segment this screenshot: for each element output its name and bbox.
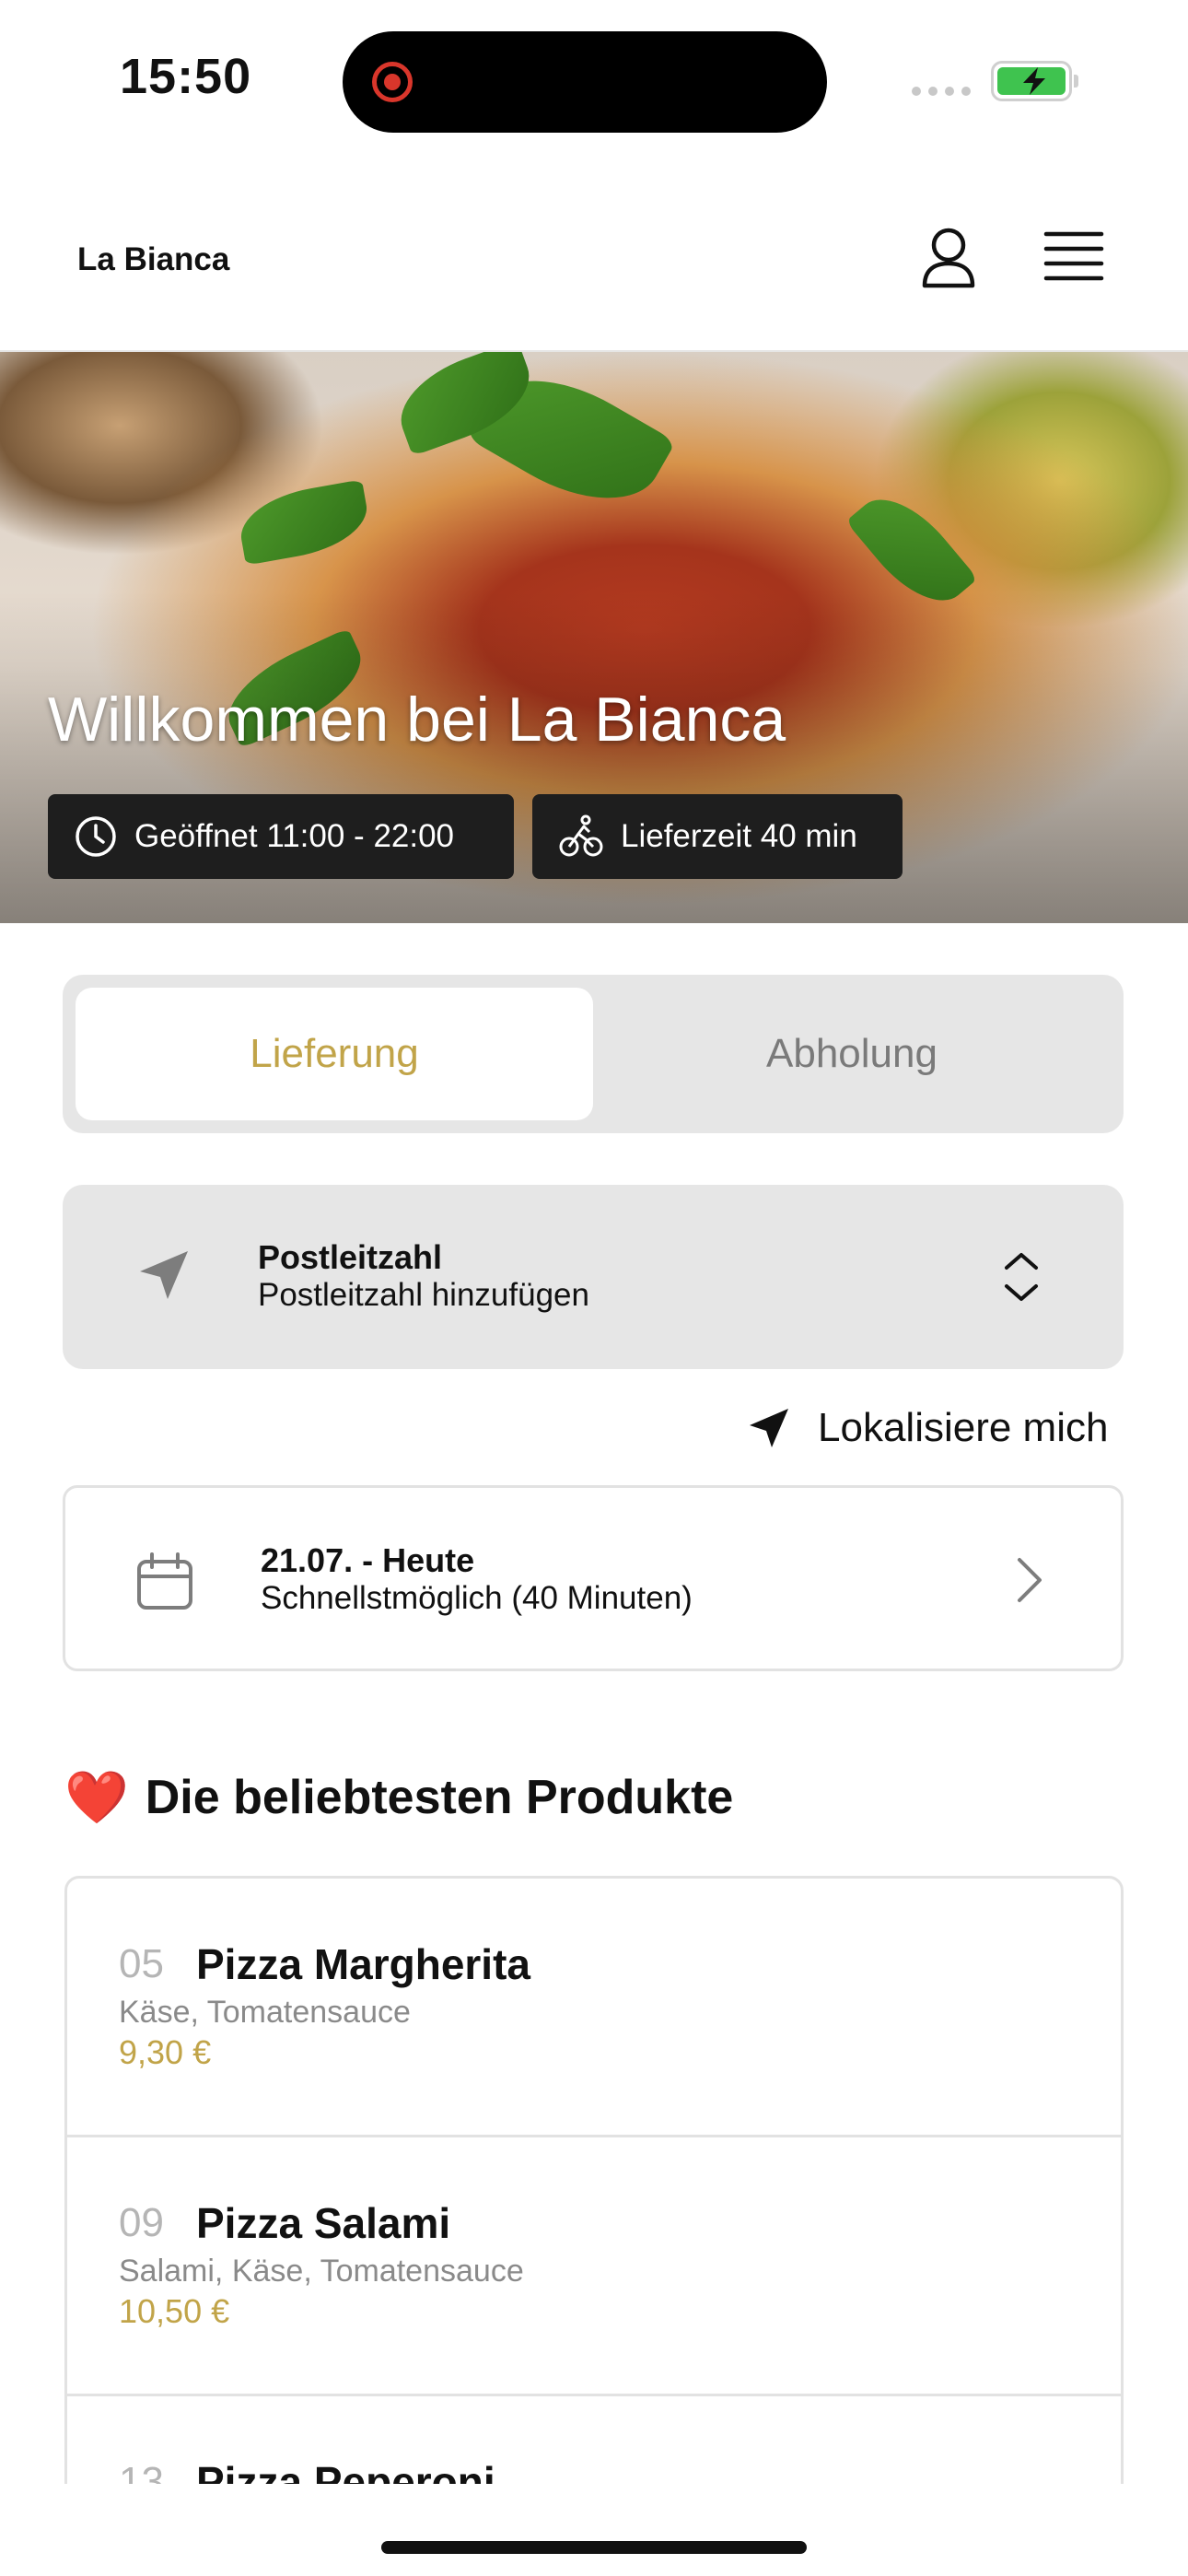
product-name: Pizza Peperoni xyxy=(196,2458,495,2484)
calendar-icon xyxy=(137,1552,192,1610)
product-name: Pizza Salami xyxy=(196,2199,451,2247)
postal-code-value: Postleitzahl hinzufügen xyxy=(258,1277,589,1313)
product-item[interactable]: 05 Pizza Margherita Käse, Tomatensauce 9… xyxy=(67,1879,1121,2137)
bicycle-icon xyxy=(559,814,603,857)
opening-hours-badge: Geöffnet 11:00 - 22:00 xyxy=(48,794,514,879)
menu-button[interactable] xyxy=(1041,225,1107,291)
product-description: Salami, Käse, Tomatensauce xyxy=(119,2254,524,2289)
navigation-arrow-icon xyxy=(140,1251,188,1299)
order-mode-toggle: Lieferung Abholung xyxy=(63,975,1124,1133)
postal-code-selector[interactable]: Postleitzahl Postleitzahl hinzufügen xyxy=(63,1185,1124,1369)
product-number: 09 xyxy=(119,2200,164,2245)
delivery-date-selector[interactable]: 21.07. - Heute Schnellstmöglich (40 Minu… xyxy=(63,1485,1124,1671)
recording-indicator-icon xyxy=(372,62,413,102)
product-price: 9,30 € xyxy=(119,2033,212,2071)
product-number: 05 xyxy=(119,1941,164,1986)
user-icon xyxy=(922,228,975,288)
brand-name[interactable]: La Bianca xyxy=(77,241,229,278)
delivery-date: 21.07. - Heute xyxy=(261,1541,475,1579)
home-indicator[interactable] xyxy=(381,2541,807,2554)
menu-icon xyxy=(1043,231,1104,281)
product-description: Käse, Tomatensauce xyxy=(119,1995,411,2030)
app-header: La Bianca xyxy=(0,157,1188,352)
clock-icon xyxy=(76,816,116,857)
status-bar: 15:50 xyxy=(0,0,1188,157)
popular-products-heading: ❤️ Die beliebtesten Produkte xyxy=(64,1767,733,1828)
location-arrow-icon xyxy=(750,1409,788,1447)
hero-title: Willkommen bei La Bianca xyxy=(48,685,786,755)
hero-banner: Willkommen bei La Bianca Geöffnet 11:00 … xyxy=(0,352,1188,923)
product-item[interactable]: 13 Pizza Peperoni xyxy=(67,2396,1121,2484)
product-list: 05 Pizza Margherita Käse, Tomatensauce 9… xyxy=(64,1876,1124,2484)
popular-products-title: Die beliebtesten Produkte xyxy=(145,1771,734,1824)
status-time: 15:50 xyxy=(120,49,252,104)
postal-code-label: Postleitzahl xyxy=(258,1238,443,1276)
opening-hours-text: Geöffnet 11:00 - 22:00 xyxy=(134,818,455,854)
battery-icon xyxy=(991,61,1078,101)
product-number: 13 xyxy=(119,2459,164,2484)
chevron-updown-icon xyxy=(1005,1253,1038,1301)
signal-icon xyxy=(912,87,971,96)
tab-pickup[interactable]: Abholung xyxy=(593,988,1111,1120)
product-name: Pizza Margherita xyxy=(196,1940,530,1988)
delivery-time-badge: Lieferzeit 40 min xyxy=(532,794,903,879)
locate-me-label: Lokalisiere mich xyxy=(818,1405,1109,1450)
delivery-time-option: Schnellstmöglich (40 Minuten) xyxy=(261,1580,693,1616)
dynamic-island xyxy=(343,31,827,133)
chevron-right-icon xyxy=(1018,1558,1042,1602)
product-list-viewport: 05 Pizza Margherita Käse, Tomatensauce 9… xyxy=(0,1876,1188,2484)
product-item[interactable]: 09 Pizza Salami Salami, Käse, Tomatensau… xyxy=(67,2137,1121,2396)
account-button[interactable] xyxy=(912,221,985,295)
heart-icon: ❤️ xyxy=(64,1768,129,1826)
product-price: 10,50 € xyxy=(119,2292,230,2330)
locate-me-button[interactable]: Lokalisiere mich xyxy=(748,1400,1108,1456)
delivery-time-text: Lieferzeit 40 min xyxy=(621,818,857,854)
tab-delivery[interactable]: Lieferung xyxy=(76,988,593,1120)
